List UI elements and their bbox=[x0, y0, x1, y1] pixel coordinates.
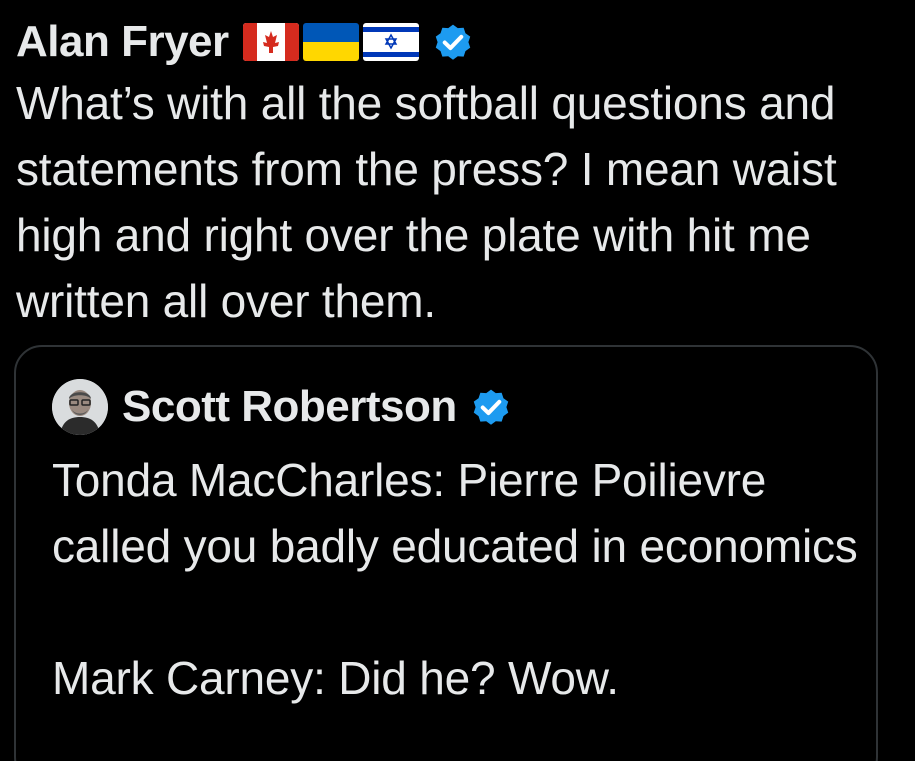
author-name[interactable]: Alan Fryer bbox=[16, 16, 229, 68]
avatar[interactable] bbox=[52, 379, 108, 435]
ukraine-flag-icon bbox=[302, 23, 359, 61]
israel-flag-icon bbox=[362, 23, 419, 61]
tweet-text: What’s with all the softball questions a… bbox=[16, 77, 837, 327]
quoted-tweet-header: Scott Robertson bbox=[52, 377, 513, 437]
quoted-tweet-card[interactable]: Scott Robertson Tonda MacCharles: Pierre… bbox=[14, 345, 878, 761]
verified-badge-icon bbox=[473, 389, 508, 425]
quoted-author-name[interactable]: Scott Robertson bbox=[122, 382, 457, 432]
tweet-header: Alan Fryer bbox=[16, 14, 475, 70]
verified-badge-icon bbox=[435, 24, 470, 60]
canada-flag-icon bbox=[242, 23, 299, 61]
tweet: Alan Fryer What’s with all the softball … bbox=[0, 0, 915, 761]
quoted-tweet-text: Tonda MacCharles: Pierre Poilievre calle… bbox=[52, 454, 858, 704]
flag-emojis bbox=[242, 23, 423, 61]
